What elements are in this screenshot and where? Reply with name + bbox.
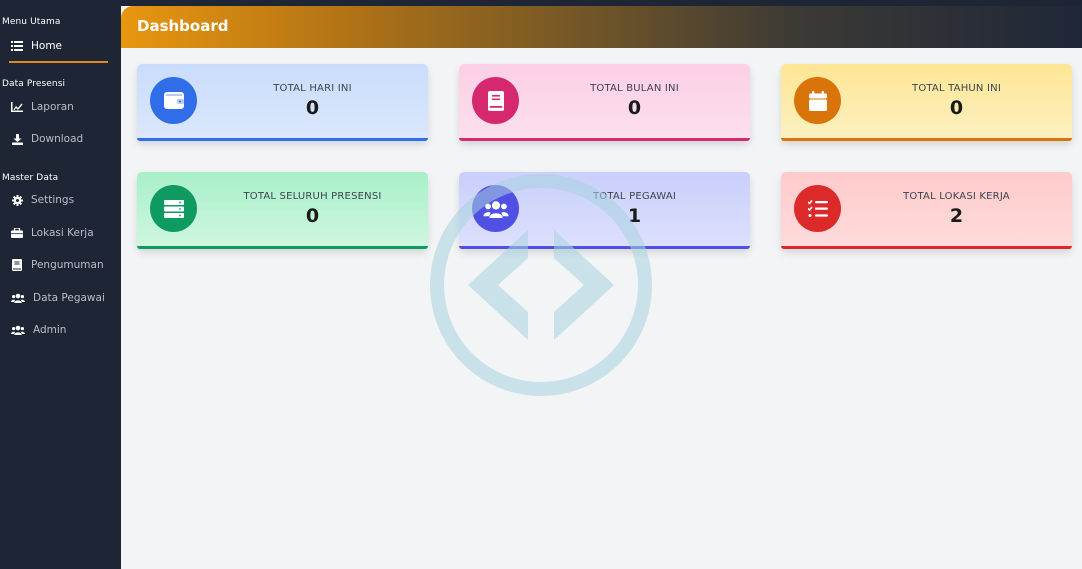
card-value: 0 <box>627 97 642 119</box>
card-total-pegawai[interactable]: TOTAL PEGAWAI 1 <box>459 172 750 249</box>
calendar-icon <box>794 77 841 124</box>
page-title: Dashboard <box>137 17 229 35</box>
card-label: TOTAL SELURUH PRESENSI <box>243 191 382 202</box>
card-accent-bar <box>459 138 750 141</box>
book-icon <box>472 77 519 124</box>
card-accent-bar <box>781 246 1072 249</box>
users-icon <box>11 324 25 336</box>
sidebar: Menu Utama Home Data Presensi Laporan Do… <box>0 0 121 569</box>
section-title-master-data: Master Data <box>2 173 59 183</box>
sidebar-item-label: Download <box>31 133 84 145</box>
sidebar-item-label: Settings <box>31 194 75 206</box>
sidebar-item-label: Pengumuman <box>31 259 104 271</box>
sidebar-item-download[interactable]: Download <box>0 127 121 151</box>
card-label: TOTAL TAHUN INI <box>912 83 1001 94</box>
download-icon <box>11 133 23 145</box>
card-accent-bar <box>781 138 1072 141</box>
page-header: Dashboard <box>121 6 1082 48</box>
card-total-seluruh-presensi[interactable]: TOTAL SELURUH PRESENSI 0 <box>137 172 428 249</box>
card-value: 2 <box>949 205 964 227</box>
sidebar-item-data-pegawai[interactable]: Data Pegawai <box>0 286 121 310</box>
server-icon <box>150 185 197 232</box>
card-total-bulan-ini[interactable]: TOTAL BULAN INI 0 <box>459 64 750 141</box>
card-total-hari-ini[interactable]: TOTAL HARI INI 0 <box>137 64 428 141</box>
card-label: TOTAL HARI INI <box>273 83 352 94</box>
section-title-data-presensi: Data Presensi <box>2 79 66 89</box>
users-icon <box>472 185 519 232</box>
card-total-lokasi-kerja[interactable]: TOTAL LOKASI KERJA 2 <box>781 172 1072 249</box>
sidebar-item-label: Laporan <box>31 101 74 113</box>
card-accent-bar <box>137 138 428 141</box>
sidebar-item-label: Lokasi Kerja <box>31 227 94 239</box>
sidebar-item-admin[interactable]: Admin <box>0 318 121 342</box>
task-list-icon <box>794 185 841 232</box>
section-title-menu-utama: Menu Utama <box>2 17 61 27</box>
card-label: TOTAL LOKASI KERJA <box>903 191 1010 202</box>
sidebar-item-label: Admin <box>33 324 67 336</box>
card-total-tahun-ini[interactable]: TOTAL TAHUN INI 0 <box>781 64 1072 141</box>
gear-icon <box>11 194 23 206</box>
card-label: TOTAL PEGAWAI <box>592 191 677 202</box>
card-accent-bar <box>137 246 428 249</box>
active-indicator <box>9 61 108 63</box>
book-icon <box>11 259 23 271</box>
briefcase-icon <box>11 227 23 239</box>
card-label: TOTAL BULAN INI <box>590 83 679 94</box>
sidebar-item-laporan[interactable]: Laporan <box>0 95 121 119</box>
sidebar-item-settings[interactable]: Settings <box>0 188 121 212</box>
wallet-icon <box>150 77 197 124</box>
sidebar-item-label: Data Pegawai <box>33 292 105 304</box>
sidebar-item-lokasi-kerja[interactable]: Lokasi Kerja <box>0 221 121 245</box>
users-icon <box>11 292 25 304</box>
sidebar-item-pengumuman[interactable]: Pengumuman <box>0 253 121 277</box>
sidebar-item-home[interactable]: Home <box>0 34 121 58</box>
card-accent-bar <box>459 246 750 249</box>
card-value: 0 <box>305 205 320 227</box>
card-value: 1 <box>627 205 642 227</box>
card-value: 0 <box>305 97 320 119</box>
chart-icon <box>11 101 23 113</box>
card-value: 0 <box>949 97 964 119</box>
sidebar-item-label: Home <box>31 40 63 52</box>
list-icon <box>11 40 23 52</box>
